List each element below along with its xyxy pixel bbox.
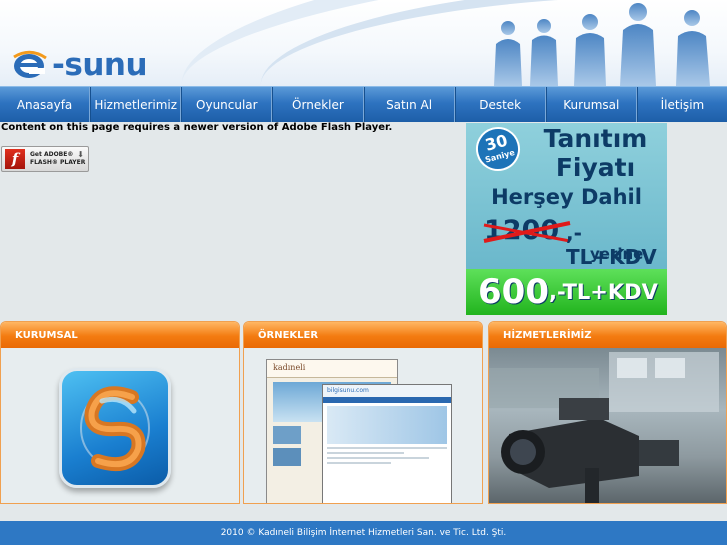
banner-title-line2: Fiyatı: [555, 153, 636, 182]
instead-label: yerine: [590, 245, 644, 263]
main-nav: Anasayfa Hizmetlerimiz Oyuncular Örnekle…: [0, 86, 727, 122]
kurumsal-panel[interactable]: KURUMSAL: [0, 321, 240, 504]
hizmetlerimiz-panel-body: [489, 348, 726, 503]
logo-text: -sunu: [52, 46, 148, 83]
e-logo-icon: [13, 50, 47, 78]
sample-site-2-text-line: [327, 447, 447, 449]
video-camera-icon: [489, 352, 719, 503]
ornekler-panel-body: kadıneli bilgisunu.com: [244, 348, 482, 503]
nav-item-iletisim[interactable]: İletişim: [636, 87, 727, 122]
site-logo[interactable]: -sunu: [12, 45, 148, 85]
sample-site-1-name: kadıneli: [267, 360, 397, 378]
copyright-text: 2010 © Kadıneli Bilişim İnternet Hizmetl…: [220, 528, 507, 538]
corporate-logo-tile: [59, 368, 171, 488]
ornekler-panel[interactable]: ÖRNEKLER kadıneli bilgisunu.com: [243, 321, 483, 504]
new-price: 600: [478, 272, 549, 312]
sample-site-1-thumb: [273, 426, 301, 444]
flash-required-message: Content on this page requires a newer ve…: [1, 122, 393, 133]
nav-item-hizmetlerimiz[interactable]: Hizmetlerimiz: [90, 87, 182, 122]
sample-site-2-text-line: [327, 452, 404, 454]
nav-item-anasayfa[interactable]: Anasayfa: [0, 87, 91, 122]
sample-site-2-navbar: [323, 397, 451, 403]
download-arrow-icon: ⬇: [77, 150, 84, 159]
site-footer: 2010 © Kadıneli Bilişim İnternet Hizmetl…: [0, 521, 727, 545]
seconds-badge: 30 Saniye: [471, 123, 525, 176]
strike-through-mark: [483, 221, 571, 243]
sample-site-screenshot-2: bilgisunu.com: [322, 384, 452, 503]
video-camera-photo: [489, 348, 726, 503]
new-price-strip: 600 ,-TL+KDV: [466, 269, 667, 315]
sample-site-2-text-line: [327, 462, 391, 464]
nav-item-kurumsal[interactable]: Kurumsal: [545, 87, 637, 122]
nav-item-oyuncular[interactable]: Oyuncular: [181, 87, 273, 122]
nav-item-ornekler[interactable]: Örnekler: [272, 87, 364, 122]
business-people-illustration: [494, 3, 710, 86]
sample-site-1-thumb: [273, 448, 301, 466]
site-header: -sunu: [0, 0, 727, 86]
promo-banner[interactable]: 30 Saniye Tanıtım Fiyatı Herşey Dahil 12…: [466, 123, 667, 315]
hizmetlerimiz-panel[interactable]: HİZMETLERİMİZ: [488, 321, 727, 504]
banner-title-line1: Tanıtım: [543, 124, 648, 153]
s-swirl-icon: [80, 386, 150, 471]
kurumsal-panel-body: [1, 348, 239, 503]
hizmetlerimiz-panel-title: HİZMETLERİMİZ: [489, 322, 726, 348]
kurumsal-panel-title: KURUMSAL: [1, 322, 239, 348]
banner-subtitle: Herşey Dahil: [491, 185, 642, 209]
sample-site-2-hero: [327, 406, 447, 444]
nav-item-satin-al[interactable]: Satın Al: [363, 87, 455, 122]
sample-site-2-text-line: [327, 457, 430, 459]
flash-button-line2: FLASH® PLAYER: [30, 159, 86, 166]
ornekler-panel-title: ÖRNEKLER: [244, 322, 482, 348]
flash-logo-icon: f: [5, 149, 25, 169]
sample-site-2-name: bilgisunu.com: [323, 385, 451, 397]
new-price-unit: ,-TL+KDV: [548, 280, 658, 304]
get-flash-player-button[interactable]: f Get ADOBE® FLASH® PLAYER ⬇: [1, 146, 89, 172]
nav-item-destek[interactable]: Destek: [454, 87, 546, 122]
